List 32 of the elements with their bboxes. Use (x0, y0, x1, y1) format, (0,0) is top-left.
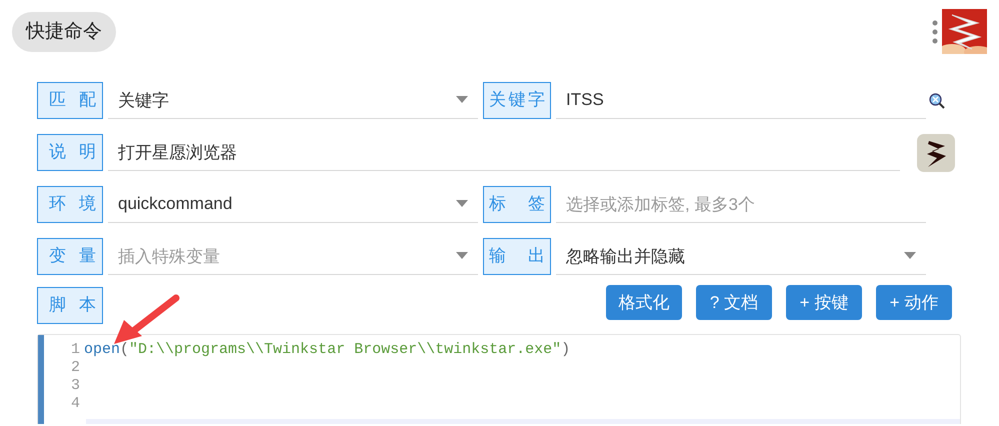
field-label: 变量 (37, 238, 103, 275)
dropdown-caret-icon[interactable] (456, 252, 468, 260)
search-field[interactable]: ITSS (556, 82, 926, 118)
field-label: 环境 (37, 186, 103, 223)
page-title: 快捷命令 (12, 12, 116, 52)
toolbar-button[interactable]: ? 文档 (696, 285, 772, 320)
field-label: 标签 (483, 186, 551, 223)
dropdown-caret-icon[interactable] (456, 200, 468, 208)
line-number: 4 (70, 395, 81, 413)
select-field[interactable]: 忽略输出并隐藏 (556, 238, 926, 274)
code-line: open("D:\\programs\\Twinkstar Browser\\twinkstar.exe") (84, 341, 570, 359)
select-field[interactable]: 关键字 (108, 82, 478, 118)
dropdown-caret-icon[interactable] (904, 252, 916, 260)
app-logo-icon (942, 9, 987, 54)
line-number: 3 (70, 377, 81, 395)
code-editor[interactable]: 1 open("D:\\programs\\Twinkstar Browser\\twinkstar.exe") 2 3 4 (37, 334, 961, 424)
search-icon[interactable] (929, 92, 945, 108)
lightning-icon[interactable] (917, 134, 955, 172)
field-label: 脚本 (37, 287, 103, 324)
toolbar-button[interactable]: 格式化 (606, 285, 682, 320)
line-number: 1 (70, 341, 81, 359)
field-label: 匹配 (37, 82, 103, 119)
field-label: 说明 (37, 134, 103, 171)
toolbar-button[interactable]: + 动作 (876, 285, 952, 320)
field-label: 关键字 (483, 82, 551, 119)
field-label: 输出 (483, 238, 551, 275)
more-menu-icon[interactable] (932, 20, 938, 44)
toolbar-button[interactable]: + 按键 (786, 285, 862, 320)
dropdown-caret-icon[interactable] (456, 96, 468, 104)
select-field[interactable]: quickcommand (108, 186, 478, 222)
line-number: 2 (70, 359, 81, 377)
text-field[interactable]: 打开星愿浏览器 (108, 134, 900, 170)
